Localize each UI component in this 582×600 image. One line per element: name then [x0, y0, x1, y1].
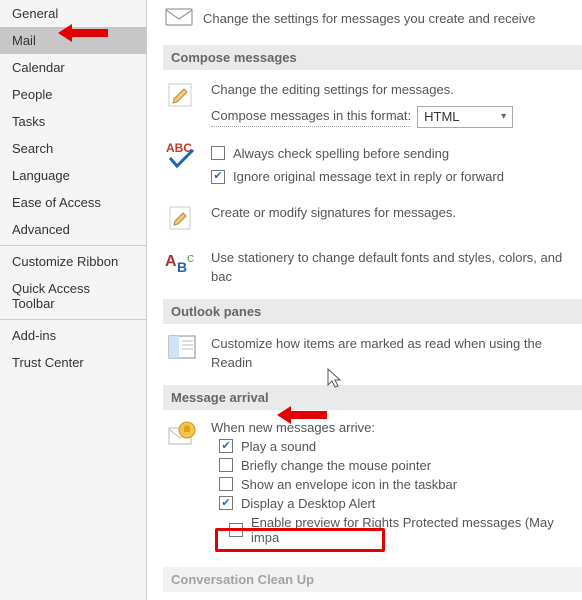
sidebar-item-ease-of-access[interactable]: Ease of Access — [0, 189, 146, 216]
bell-envelope-icon — [167, 420, 197, 453]
signatures-text: Create or modify signatures for messages… — [211, 203, 582, 223]
reading-pane-icon — [167, 334, 197, 363]
svg-text:C: C — [187, 254, 194, 265]
sidebar-item-add-ins[interactable]: Add-ins — [0, 322, 146, 349]
play-sound-label: Play a sound — [241, 439, 316, 454]
envelope-taskbar-label: Show an envelope icon in the taskbar — [241, 477, 457, 492]
signature-icon — [167, 203, 197, 236]
checkbox-brief-pointer[interactable] — [219, 458, 233, 472]
enable-preview-label: Enable preview for Rights Protected mess… — [251, 515, 582, 545]
section-arrival-header: Message arrival — [163, 385, 582, 410]
sidebar-item-trust-center[interactable]: Trust Center — [0, 349, 146, 376]
sidebar-item-general[interactable]: General — [0, 0, 146, 27]
sidebar-item-people[interactable]: People — [0, 81, 146, 108]
stationery-abc-icon: ABC — [165, 248, 199, 281]
stationery-text: Use stationery to change default fonts a… — [211, 248, 582, 287]
checkbox-enable-preview[interactable] — [229, 523, 243, 537]
sidebar-item-mail[interactable]: Mail — [0, 27, 146, 54]
compose-format-value: HTML — [424, 107, 459, 127]
sidebar-divider — [0, 245, 146, 246]
compose-format-select[interactable]: HTML ▾ — [417, 106, 513, 128]
chevron-down-icon: ▾ — [501, 109, 506, 124]
sidebar-item-calendar[interactable]: Calendar — [0, 54, 146, 81]
checkbox-always-spellcheck[interactable] — [211, 146, 225, 160]
sidebar-item-search[interactable]: Search — [0, 135, 146, 162]
always-spellcheck-label: Always check spelling before sending — [233, 144, 449, 164]
svg-text:A: A — [165, 253, 177, 270]
checkbox-desktop-alert[interactable] — [219, 496, 233, 510]
options-sidebar: General Mail Calendar People Tasks Searc… — [0, 0, 147, 600]
edit-settings-text: Change the editing settings for messages… — [211, 80, 582, 100]
header-subtitle: Change the settings for messages you cre… — [203, 11, 535, 26]
sidebar-item-customize-ribbon[interactable]: Customize Ribbon — [0, 248, 146, 275]
checkbox-play-sound[interactable] — [219, 439, 233, 453]
sidebar-item-language[interactable]: Language — [0, 162, 146, 189]
brief-pointer-label: Briefly change the mouse pointer — [241, 458, 431, 473]
section-compose-header: Compose messages — [163, 45, 582, 70]
panes-text: Customize how items are marked as read w… — [211, 334, 582, 373]
sidebar-item-tasks[interactable]: Tasks — [0, 108, 146, 135]
section-cleanup-header: Conversation Clean Up — [163, 567, 582, 592]
arrival-when-label: When new messages arrive: — [211, 420, 582, 435]
desktop-alert-label: Display a Desktop Alert — [241, 496, 375, 511]
checkbox-envelope-taskbar[interactable] — [219, 477, 233, 491]
compose-format-label: Compose messages in this format: — [211, 106, 411, 127]
sidebar-divider — [0, 319, 146, 320]
ignore-original-label: Ignore original message text in reply or… — [233, 167, 504, 187]
options-content: Change the settings for messages you cre… — [147, 0, 582, 600]
sidebar-item-quick-access-toolbar[interactable]: Quick Access Toolbar — [0, 275, 146, 317]
sidebar-item-advanced[interactable]: Advanced — [0, 216, 146, 243]
checkbox-ignore-original[interactable] — [211, 170, 225, 184]
svg-text:B: B — [177, 259, 187, 275]
abc-spellcheck-icon: ABC — [165, 140, 199, 173]
envelope-icon — [165, 6, 193, 31]
section-panes-header: Outlook panes — [163, 299, 582, 324]
edit-pencil-icon — [167, 80, 197, 113]
